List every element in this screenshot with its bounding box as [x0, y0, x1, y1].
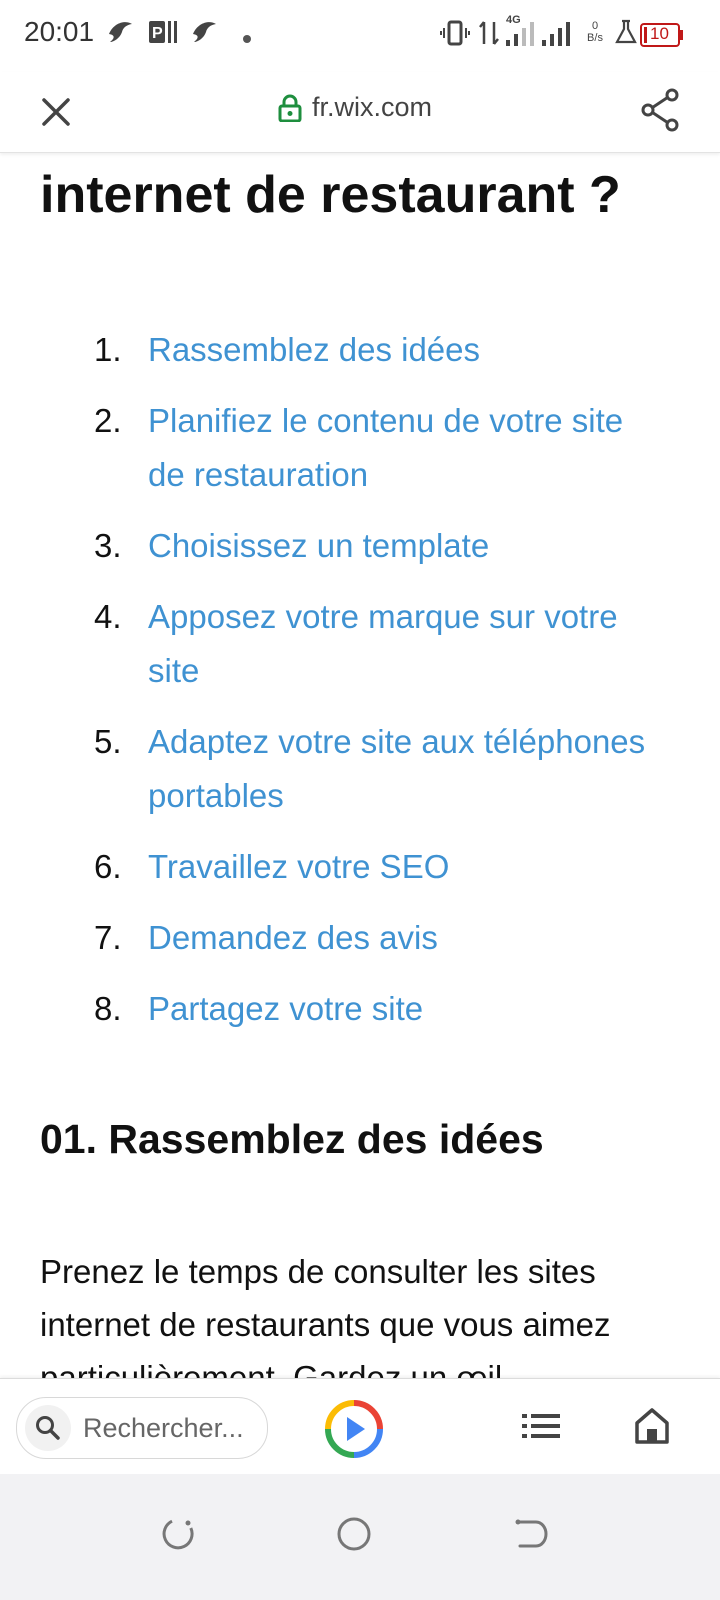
signal-icon: 4G: [504, 14, 540, 55]
toc-link[interactable]: Rassemblez des idées: [148, 331, 480, 368]
list-button[interactable]: [522, 1411, 560, 1446]
toc-link[interactable]: Demandez des avis: [148, 919, 438, 956]
network-type: 4G: [506, 14, 521, 26]
data-rate: 0 B/s: [582, 20, 608, 44]
toc-link[interactable]: Apposez votre marque sur votre site: [148, 598, 618, 689]
back-button[interactable]: [512, 1514, 556, 1558]
data-arrows-icon: [478, 18, 500, 53]
status-time: 20:01: [24, 16, 95, 47]
toc-item[interactable]: 3. Choisissez un template: [0, 519, 648, 573]
toc-link[interactable]: Travaillez votre SEO: [148, 848, 449, 885]
close-button[interactable]: [28, 86, 84, 138]
toc-item[interactable]: 8. Partagez votre site: [0, 982, 648, 1036]
vibrate-icon: [440, 18, 470, 53]
home-nav-button[interactable]: [334, 1514, 378, 1558]
parking-icon: P: [148, 18, 178, 51]
home-circle-icon: [337, 1517, 371, 1551]
toc-link[interactable]: Planifiez le contenu de votre site de re…: [148, 402, 623, 493]
toc-number: 3.: [94, 527, 122, 564]
url-bar: fr.wix.com: [0, 72, 720, 153]
toc-link[interactable]: Partagez votre site: [148, 990, 423, 1027]
table-of-contents: 1. Rassemblez des idées 2. Planifiez le co…: [0, 323, 720, 1053]
toc-item[interactable]: 2. Planifiez le contenu de votre site de …: [0, 394, 648, 502]
toc-number: 2.: [94, 402, 122, 439]
status-bar: 20:01 P 4G 0 B/s 10: [0, 0, 720, 72]
battery-level: 10: [650, 24, 669, 43]
toc-number: 1.: [94, 331, 122, 368]
data-rate-unit: B/s: [587, 32, 603, 44]
signal-icon: [540, 14, 576, 55]
toc-item[interactable]: 1. Rassemblez des idées: [0, 323, 648, 377]
toc-item[interactable]: 7. Demandez des avis: [0, 911, 648, 965]
home-icon: [635, 1408, 669, 1444]
search-icon: [36, 1416, 60, 1440]
dot-icon: [242, 31, 252, 49]
toc-item[interactable]: 5. Adaptez votre site aux téléphones port…: [0, 715, 648, 823]
toc-number: 8.: [94, 990, 122, 1027]
back-icon: [515, 1519, 548, 1548]
bird-icon: [106, 18, 134, 51]
search-icon-wrap: [25, 1405, 71, 1451]
home-button[interactable]: [634, 1407, 670, 1450]
page-content[interactable]: internet de restaurant ? 1. Rassemblez de…: [0, 153, 720, 1407]
toc-number: 6.: [94, 848, 122, 885]
bird-icon: [190, 18, 218, 51]
toc-number: 4.: [94, 598, 122, 635]
toc-number: 7.: [94, 919, 122, 956]
share-icon: [641, 88, 679, 132]
toc-number: 5.: [94, 723, 122, 760]
share-button[interactable]: [640, 88, 680, 137]
close-icon: [42, 98, 70, 126]
url-text: fr.wix.com: [312, 92, 433, 122]
recents-button[interactable]: [158, 1514, 202, 1558]
toc-link[interactable]: Adaptez votre site aux téléphones portab…: [148, 723, 645, 814]
data-rate-value: 0: [591, 20, 599, 32]
play-icon: [325, 1400, 383, 1458]
search-placeholder: Rechercher...: [83, 1412, 244, 1443]
toc-link[interactable]: Choisissez un template: [148, 527, 489, 564]
lock-icon: [278, 94, 302, 122]
list-icon: [522, 1414, 560, 1438]
bottom-toolbar: Rechercher...: [0, 1378, 720, 1475]
recents-icon: [162, 1519, 194, 1550]
battery-icon: 10: [640, 22, 684, 53]
svg-text:P: P: [152, 25, 163, 42]
toc-item[interactable]: 6. Travaillez votre SEO: [0, 840, 648, 894]
flask-icon: [614, 18, 638, 51]
article-heading: internet de restaurant ?: [40, 166, 621, 224]
section-title: 01. Rassemblez des idées: [40, 1116, 544, 1162]
play-button[interactable]: [324, 1399, 384, 1459]
search-input[interactable]: Rechercher...: [16, 1397, 268, 1459]
url-display[interactable]: fr.wix.com: [278, 92, 432, 123]
toc-item[interactable]: 4. Apposez votre marque sur votre site: [0, 590, 648, 698]
system-nav-bar: [0, 1474, 720, 1600]
